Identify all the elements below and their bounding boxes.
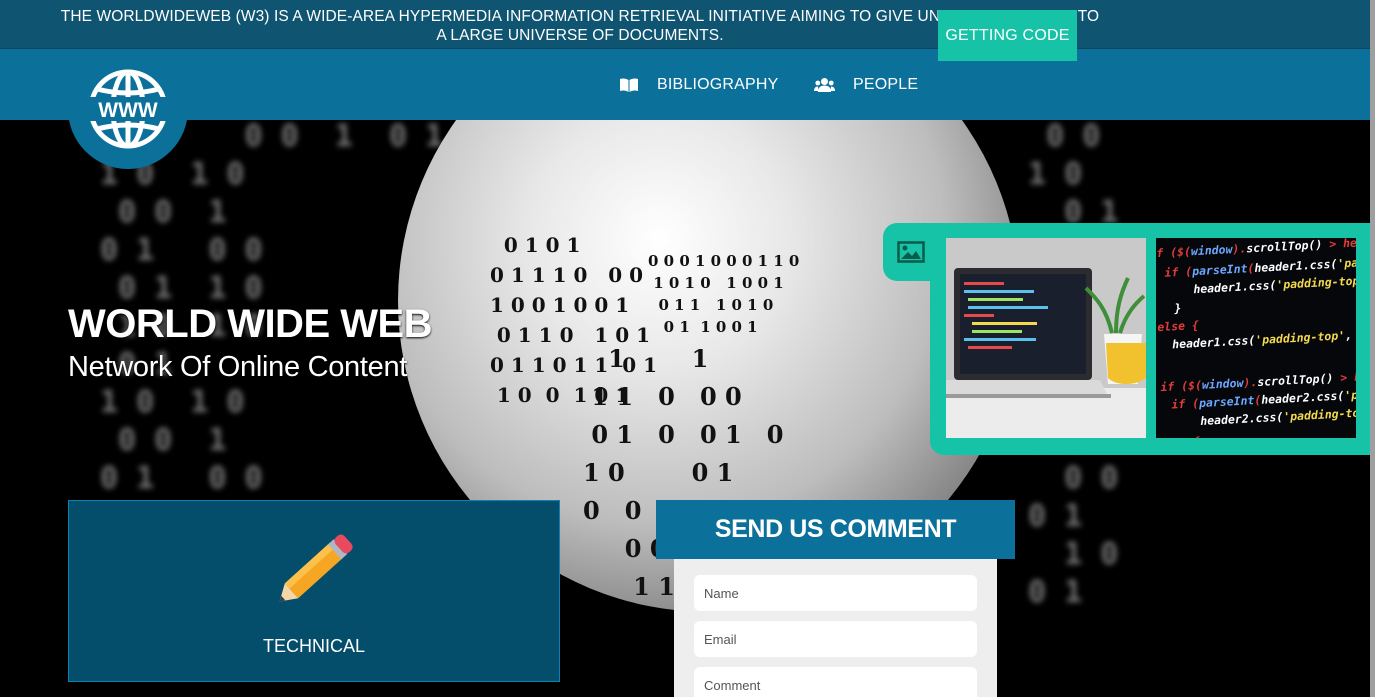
pencil-icon (279, 534, 353, 602)
nav-label-bibliography: BIBLIOGRAPHY (657, 75, 779, 93)
technical-card[interactable]: TECHNICAL (68, 500, 560, 682)
image-icon (897, 241, 925, 263)
code-photo-thumbnail[interactable]: if ($(window).scrollTop() > header1_init… (1156, 238, 1356, 438)
scrollbar-thumb[interactable] (1370, 0, 1375, 697)
comment-form (674, 559, 997, 697)
getting-code-button[interactable]: GETTING CODE (938, 10, 1077, 61)
laptop-photo-thumbnail[interactable] (946, 238, 1146, 438)
users-icon (814, 77, 835, 93)
navbar: BIBLIOGRAPHY PEOPLE (0, 49, 1375, 120)
nav-label-people: PEOPLE (853, 75, 919, 93)
nav-item-people[interactable]: PEOPLE (814, 49, 918, 120)
comment-form-title: SEND US COMMENT (656, 500, 1015, 559)
book-icon (619, 77, 639, 93)
svg-text:lse {: lse { (1165, 434, 1200, 438)
image-gallery: if ($(window).scrollTop() > header1_init… (930, 223, 1375, 455)
globe-icon: WWW (85, 69, 171, 149)
nav-item-bibliography[interactable]: BIBLIOGRAPHY (619, 49, 779, 120)
site-logo[interactable]: WWW (68, 49, 188, 169)
name-input[interactable] (694, 575, 977, 611)
hero-subtitle: Network Of Online Content (68, 351, 408, 383)
technical-label: TECHNICAL (262, 636, 365, 656)
svg-text:}: } (1173, 301, 1182, 315)
comment-input[interactable] (694, 667, 977, 697)
svg-text:else {: else { (1157, 318, 1199, 334)
logo-text: WWW (98, 99, 158, 122)
email-input[interactable] (694, 621, 977, 657)
top-banner: THE WORLDWIDEWEB (W3) IS A WIDE-AREA HYP… (0, 0, 1375, 49)
page-scrollbar[interactable] (1370, 0, 1375, 697)
hero-title: WORLD WIDE WEB (68, 302, 433, 346)
